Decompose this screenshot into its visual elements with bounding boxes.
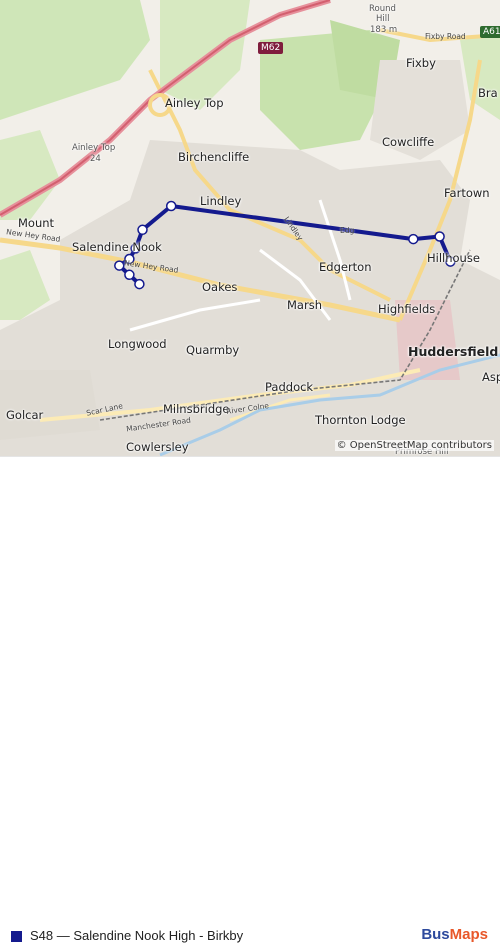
place-label-edgerton: Edgerton <box>319 260 372 274</box>
legend-bar: S48 — Salendine Nook High - Birkby BusMa… <box>0 456 500 943</box>
place-label-milnsbridge: Milnsbridge <box>163 402 230 416</box>
place-label-quarmby: Quarmby <box>186 343 240 357</box>
place-label-bra: Bra <box>478 86 498 100</box>
place-label-oakes: Oakes <box>202 280 238 294</box>
place-label-cowcliffe: Cowcliffe <box>382 135 435 149</box>
place-label-longwood: Longwood <box>108 337 167 351</box>
bus-stop-marker[interactable] <box>165 200 177 212</box>
bus-stop-marker[interactable] <box>114 260 125 271</box>
place-label-birchencliffe: Birchencliffe <box>178 150 250 164</box>
bus-stop-marker[interactable] <box>408 233 419 245</box>
place-label-cowlersley: Cowlersley <box>126 440 189 454</box>
place-label-mount: Mount <box>18 216 55 230</box>
place-label-hill: Hill <box>376 14 390 24</box>
place-label-golcar: Golcar <box>6 408 44 422</box>
bus-stop-marker[interactable] <box>124 269 135 281</box>
place-label-huddersfield: Huddersfield <box>408 344 499 359</box>
elevation-label: 183 m <box>370 25 398 35</box>
place-label-thornton-lodge: Thornton Lodge <box>315 413 406 427</box>
bus-stop-marker[interactable] <box>134 278 145 290</box>
place-label-asp: Asp <box>482 370 500 384</box>
map-attribution[interactable]: © OpenStreetMap contributors <box>334 440 494 451</box>
road-label-fixby-road: Fixby Road <box>425 32 466 41</box>
place-label-round: Round <box>369 4 396 14</box>
place-label-paddock: Paddock <box>265 380 314 394</box>
place-label-highfields: Highfields <box>378 302 436 316</box>
urban-area <box>0 370 100 440</box>
busmaps-logo[interactable]: BusMaps <box>421 926 488 943</box>
place-label-lindley: Lindley <box>200 194 242 208</box>
place-label-salendine-nook: Salendine Nook <box>72 240 162 254</box>
route-color-swatch <box>11 931 22 942</box>
road-label-edgerton-road: Edg <box>340 226 355 235</box>
place-label-hillhouse: Hillhouse <box>427 251 480 265</box>
junction-label-ainley-top: Ainley Top <box>72 143 116 153</box>
place-label-fartown: Fartown <box>444 186 490 200</box>
junction-number-24: 24 <box>90 154 101 164</box>
bus-stop-marker[interactable] <box>137 224 148 236</box>
m62-motorway-shield: M62 <box>258 42 284 54</box>
place-label-marsh: Marsh <box>287 298 322 312</box>
route-legend-label: S48 — Salendine Nook High - Birkby <box>30 928 244 943</box>
place-label-ainley-top: Ainley Top <box>165 96 224 110</box>
a61-road-shield: A61 <box>480 26 500 38</box>
green-area <box>0 0 150 120</box>
place-label-fixby: Fixby <box>406 56 436 70</box>
bus-stop-marker[interactable] <box>434 231 445 242</box>
map-canvas[interactable]: Round Hill 183 m Fixby Road A61 M62 Fixb… <box>0 0 500 456</box>
